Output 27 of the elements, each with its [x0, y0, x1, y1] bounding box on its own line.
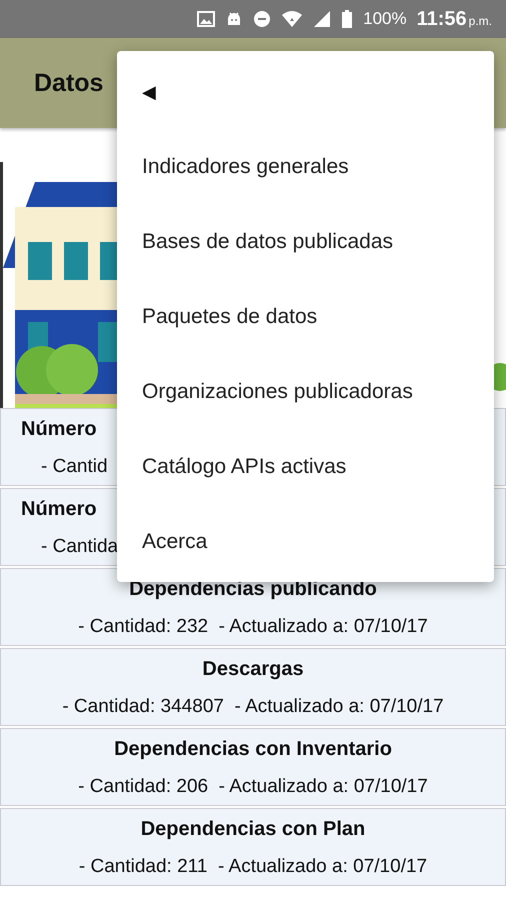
menu-item[interactable]: Catálogo APIs activas: [117, 429, 494, 504]
signal-icon: [313, 10, 332, 28]
battery-icon: [341, 10, 354, 28]
wifi-icon: [281, 10, 304, 28]
do-not-disturb-icon: [253, 10, 272, 28]
back-arrow[interactable]: ◀: [142, 80, 156, 102]
card-title: Número: [21, 418, 97, 442]
menu-item[interactable]: Organizaciones publicadoras: [117, 354, 494, 429]
card-title: Número: [21, 498, 97, 522]
card-detail: - Cantida: [40, 536, 118, 558]
card-title: Dependencias con Plan: [140, 818, 366, 842]
menu-item[interactable]: Bases de datos publicadas: [117, 204, 494, 279]
card-detail: - Cantidad: 206 - Actualizado a: 07/10/17: [78, 776, 428, 798]
clock: 11:56 p.m.: [416, 8, 492, 30]
menu-item[interactable]: Indicadores generales: [117, 129, 494, 204]
battery-percentage: 100%: [363, 9, 407, 29]
card-detail: - Cantidad: 211 - Actualizado a: 07/10/17: [78, 856, 428, 878]
image-icon: [197, 10, 216, 28]
card-title: Dependencias con Inventario: [114, 738, 392, 762]
card-detail: - Cantid: [40, 456, 108, 478]
menu-item[interactable]: Acerca: [117, 504, 494, 579]
card-title: Descargas: [202, 658, 304, 682]
menu-item[interactable]: Paquetes de datos: [117, 279, 494, 354]
card-title: Dependencias publicando: [129, 578, 377, 602]
card-detail: - Cantidad: 232 - Actualizado a: 07/10/17: [78, 616, 428, 638]
app-title: Datos: [34, 68, 104, 98]
card-detail: - Cantidad: 344807 - Actualizado a: 07/10/17: [62, 696, 444, 718]
